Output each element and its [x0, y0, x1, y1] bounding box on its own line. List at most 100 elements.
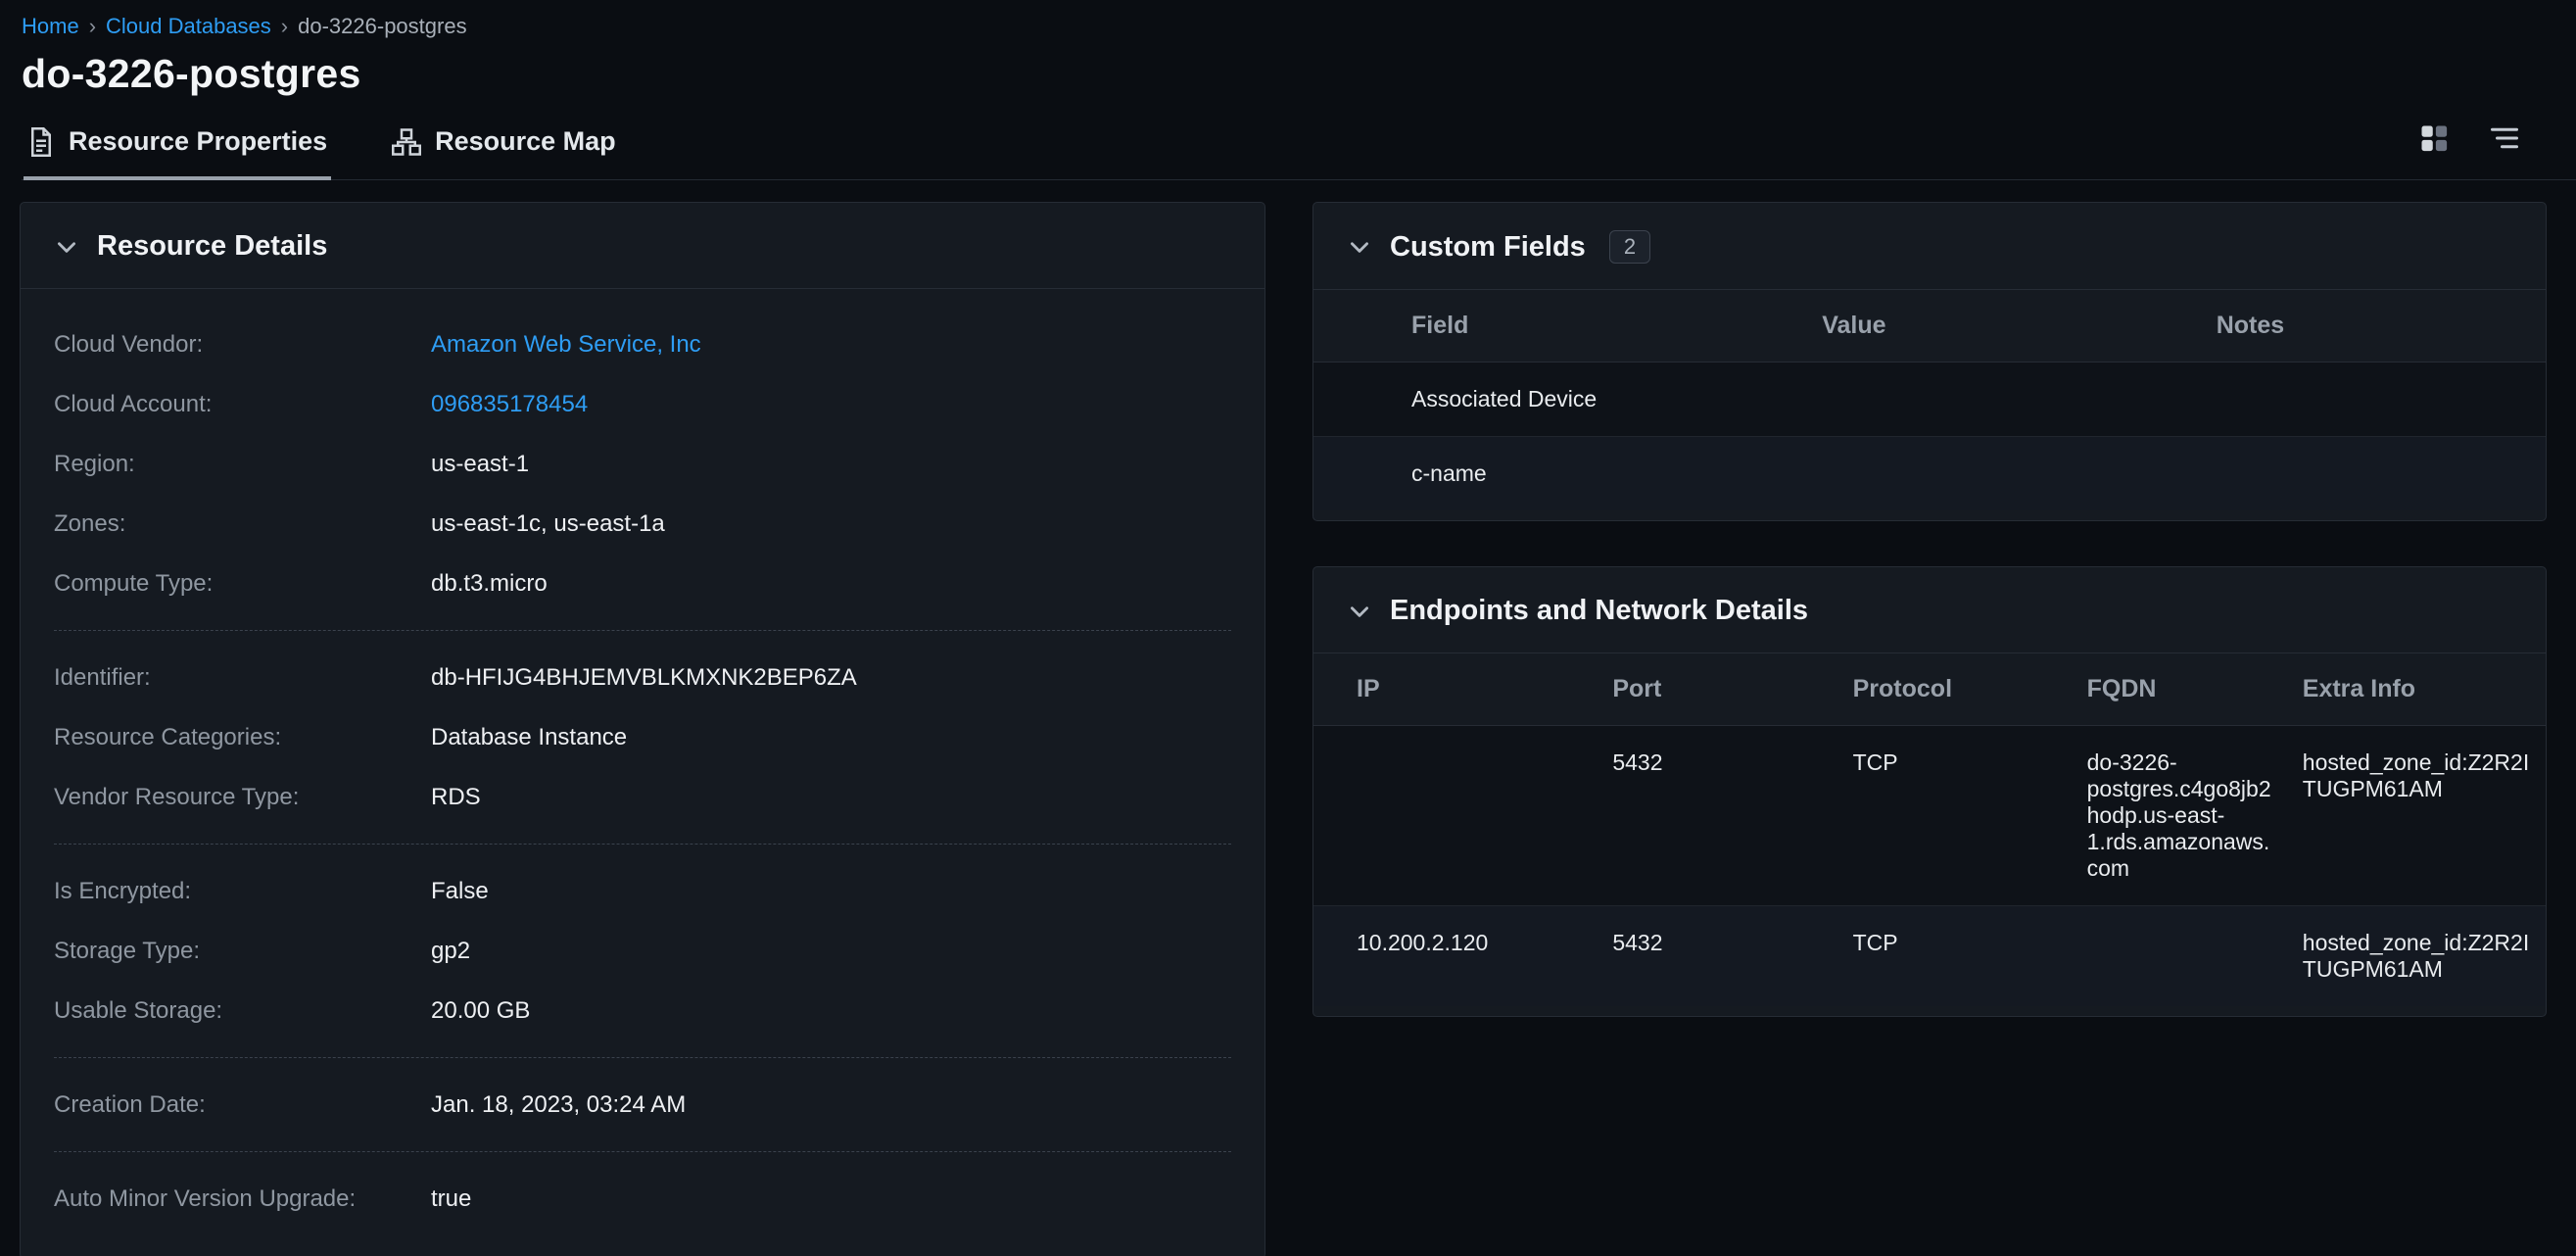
cell-field: Associated Device — [1313, 362, 1806, 437]
table-header-row: IP Port Protocol FQDN Extra Info — [1313, 653, 2546, 726]
breadcrumb-current: do-3226-postgres — [298, 14, 466, 39]
detail-label: Region: — [54, 451, 431, 478]
detail-label: Storage Type: — [54, 938, 431, 965]
detail-label: Is Encrypted: — [54, 878, 431, 905]
page-header: Home › Cloud Databases › do-3226-postgre… — [0, 0, 2576, 180]
detail-label: Identifier: — [54, 664, 431, 692]
chevron-down-icon[interactable] — [54, 234, 79, 260]
group-divider — [54, 844, 1231, 845]
column-header-protocol: Protocol — [1837, 653, 2072, 726]
custom-fields-panel: Custom Fields 2 Field Value Notes Associ… — [1312, 202, 2547, 521]
cell-ip — [1313, 726, 1597, 906]
custom-fields-count-badge: 2 — [1609, 230, 1650, 264]
column-header-notes: Notes — [2201, 290, 2546, 362]
detail-value: true — [431, 1185, 471, 1213]
view-controls — [2419, 123, 2519, 158]
cloud-account-link[interactable]: 096835178454 — [431, 391, 588, 418]
filter-list-icon[interactable] — [2490, 125, 2519, 156]
cell-value — [1806, 437, 2201, 511]
section-title: Resource Details — [97, 230, 327, 263]
endpoints-table: IP Port Protocol FQDN Extra Info 5432 TC… — [1313, 653, 2546, 1006]
detail-row: Creation Date: Jan. 18, 2023, 03:24 AM — [54, 1075, 1231, 1135]
cell-fqdn — [2072, 906, 2287, 1007]
breadcrumb-separator: › — [281, 14, 288, 39]
detail-value: db.t3.micro — [431, 570, 548, 598]
cell-protocol: TCP — [1837, 726, 2072, 906]
cell-notes — [2201, 362, 2546, 437]
tabs-bar: Resource Properties Resource Map — [22, 126, 2576, 180]
breadcrumb-cloud-databases-link[interactable]: Cloud Databases — [106, 14, 271, 39]
detail-row: Cloud Vendor: Amazon Web Service, Inc — [54, 314, 1231, 374]
column-header-extra-info: Extra Info — [2287, 653, 2546, 726]
table-row[interactable]: c-name — [1313, 437, 2546, 511]
resource-details-header: Resource Details — [21, 203, 1264, 289]
detail-label: Resource Categories: — [54, 724, 431, 751]
detail-label: Compute Type: — [54, 570, 431, 598]
content-area: Resource Details Cloud Vendor: Amazon We… — [0, 180, 2576, 1256]
chevron-down-icon[interactable] — [1347, 599, 1372, 624]
detail-label: Cloud Account: — [54, 391, 431, 418]
grid-view-icon[interactable] — [2419, 123, 2449, 158]
detail-row: Storage Type: gp2 — [54, 921, 1231, 981]
column-header-fqdn: FQDN — [2072, 653, 2287, 726]
custom-fields-table-wrap: Field Value Notes Associated Device c-na — [1313, 290, 2546, 520]
cell-protocol: TCP — [1837, 906, 2072, 1007]
sitemap-icon — [392, 128, 421, 156]
breadcrumb-home-link[interactable]: Home — [22, 14, 79, 39]
tab-label: Resource Map — [435, 126, 616, 157]
right-column: Custom Fields 2 Field Value Notes Associ… — [1312, 202, 2547, 1017]
cell-port: 5432 — [1597, 906, 1837, 1007]
cell-fqdn: do-3226-postgres.c4go8jb2hodp.us-east-1.… — [2072, 726, 2287, 906]
detail-label: Creation Date: — [54, 1091, 431, 1119]
chevron-down-icon[interactable] — [1347, 234, 1372, 260]
endpoints-header: Endpoints and Network Details — [1313, 567, 2546, 653]
cell-extra-info: hosted_zone_id:Z2R2ITUGPM61AM — [2287, 726, 2546, 906]
table-row[interactable]: 10.200.2.120 5432 TCP hosted_zone_id:Z2R… — [1313, 906, 2546, 1007]
table-row[interactable]: Associated Device — [1313, 362, 2546, 437]
detail-row: Cloud Account: 096835178454 — [54, 374, 1231, 434]
detail-row: Auto Minor Version Upgrade: true — [54, 1169, 1231, 1229]
detail-row: Identifier: db-HFIJG4BHJEMVBLKMXNK2BEP6Z… — [54, 648, 1231, 707]
cell-extra-info: hosted_zone_id:Z2R2ITUGPM61AM — [2287, 906, 2546, 1007]
tab-label: Resource Properties — [69, 126, 327, 157]
group-divider — [54, 1151, 1231, 1152]
detail-row: Is Encrypted: False — [54, 861, 1231, 921]
group-divider — [54, 1057, 1231, 1058]
section-title: Endpoints and Network Details — [1390, 595, 1808, 627]
cell-ip: 10.200.2.120 — [1313, 906, 1597, 1007]
detail-label: Auto Minor Version Upgrade: — [54, 1185, 431, 1213]
custom-fields-table: Field Value Notes Associated Device c-na — [1313, 290, 2546, 510]
detail-label: Cloud Vendor: — [54, 331, 431, 359]
detail-label: Usable Storage: — [54, 997, 431, 1025]
detail-row: Compute Type: db.t3.micro — [54, 554, 1231, 613]
detail-label: Zones: — [54, 510, 431, 538]
resource-details-body: Cloud Vendor: Amazon Web Service, Inc Cl… — [21, 289, 1264, 1256]
tab-resource-properties[interactable]: Resource Properties — [24, 126, 331, 180]
table-header-row: Field Value Notes — [1313, 290, 2546, 362]
section-title: Custom Fields — [1390, 231, 1586, 264]
column-header-port: Port — [1597, 653, 1837, 726]
detail-value: us-east-1 — [431, 451, 529, 478]
detail-row: Vendor Resource Type: RDS — [54, 767, 1231, 827]
group-divider — [54, 630, 1231, 631]
cell-value — [1806, 362, 2201, 437]
detail-label: Vendor Resource Type: — [54, 784, 431, 811]
detail-value: us-east-1c, us-east-1a — [431, 510, 665, 538]
column-header-ip: IP — [1313, 653, 1597, 726]
table-row[interactable]: 5432 TCP do-3226-postgres.c4go8jb2hodp.u… — [1313, 726, 2546, 906]
column-header-value: Value — [1806, 290, 2201, 362]
custom-fields-header: Custom Fields 2 — [1313, 203, 2546, 290]
breadcrumb-separator: › — [89, 14, 96, 39]
detail-value: Database Instance — [431, 724, 627, 751]
detail-value: RDS — [431, 784, 481, 811]
breadcrumb: Home › Cloud Databases › do-3226-postgre… — [22, 14, 2576, 39]
detail-value: 20.00 GB — [431, 997, 530, 1025]
endpoints-panel: Endpoints and Network Details IP Port Pr… — [1312, 566, 2547, 1017]
detail-row: Region: us-east-1 — [54, 434, 1231, 494]
resource-details-panel: Resource Details Cloud Vendor: Amazon We… — [20, 202, 1265, 1256]
tab-resource-map[interactable]: Resource Map — [388, 126, 620, 180]
detail-row: Usable Storage: 20.00 GB — [54, 981, 1231, 1040]
cell-port: 5432 — [1597, 726, 1837, 906]
detail-row: Zones: us-east-1c, us-east-1a — [54, 494, 1231, 554]
cloud-vendor-link[interactable]: Amazon Web Service, Inc — [431, 331, 701, 359]
